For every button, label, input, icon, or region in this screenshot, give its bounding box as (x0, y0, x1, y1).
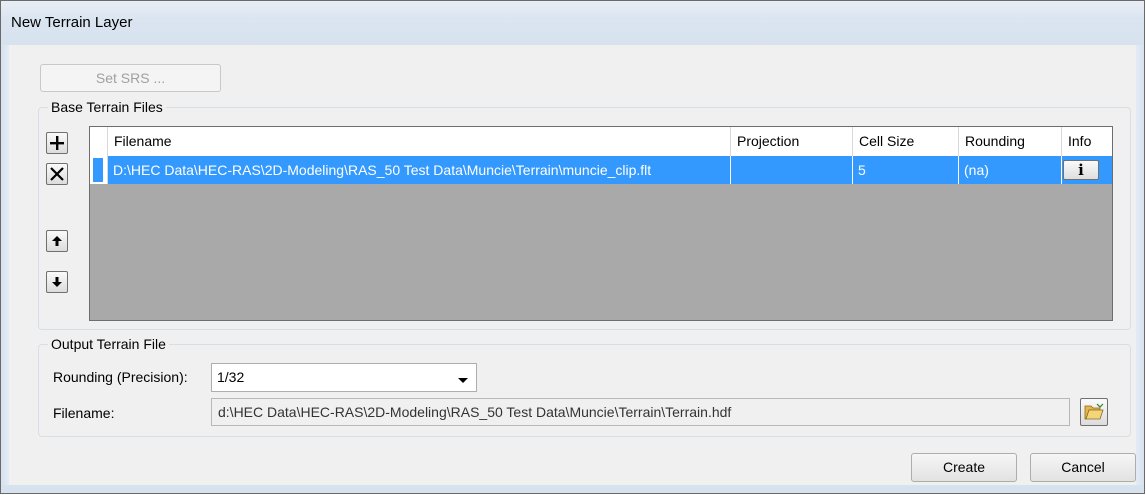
rounding-precision-value: 1/32 (217, 369, 245, 385)
browse-button[interactable] (1080, 398, 1108, 426)
dialog-window: New Terrain Layer Set SRS ... Base Terra… (0, 0, 1145, 494)
window-frame-left (1, 45, 9, 493)
info-icon: i (1078, 161, 1084, 179)
column-header-projection[interactable]: Projection (731, 127, 853, 156)
cell-filename[interactable]: D:\HEC Data\HEC-RAS\2D-Modeling\RAS_50 T… (108, 156, 731, 184)
cell-cell-size[interactable]: 5 (853, 156, 959, 184)
cell-projection[interactable] (731, 156, 853, 184)
set-srs-button[interactable]: Set SRS ... (40, 64, 221, 92)
row-selection-marker (93, 158, 103, 182)
add-file-button[interactable] (46, 132, 68, 154)
open-folder-icon (1084, 403, 1104, 420)
title-bar[interactable]: New Terrain Layer (1, 1, 1144, 45)
cancel-button[interactable]: Cancel (1030, 453, 1136, 482)
column-header-cell-size[interactable]: Cell Size (853, 127, 959, 156)
column-header-rounding[interactable]: Rounding (959, 127, 1062, 156)
info-button[interactable]: i (1063, 160, 1099, 180)
arrow-down-icon (52, 277, 62, 287)
rounding-precision-label: Rounding (Precision): (53, 369, 188, 385)
grid-header: Filename Projection Cell Size Rounding I… (90, 127, 1112, 157)
row-header-corner (90, 127, 108, 156)
chevron-down-icon[interactable] (458, 378, 468, 383)
plus-icon (50, 136, 64, 150)
base-terrain-group-label: Base Terrain Files (48, 99, 166, 115)
table-row[interactable]: D:\HEC Data\HEC-RAS\2D-Modeling\RAS_50 T… (90, 156, 1112, 184)
cell-rounding[interactable]: (na) (959, 156, 1062, 184)
output-filename-field[interactable]: d:\HEC Data\HEC-RAS\2D-Modeling\RAS_50 T… (211, 398, 1070, 426)
remove-file-button[interactable] (46, 163, 68, 185)
move-down-button[interactable] (46, 271, 68, 293)
terrain-files-grid[interactable]: Filename Projection Cell Size Rounding I… (89, 126, 1113, 321)
window-frame-bottom (1, 485, 1144, 493)
window-title: New Terrain Layer (11, 14, 133, 31)
window-frame-right (1136, 45, 1144, 493)
output-filename-label: Filename: (53, 405, 115, 421)
output-terrain-group-label: Output Terrain File (48, 336, 169, 352)
move-up-button[interactable] (46, 230, 68, 252)
create-button[interactable]: Create (911, 453, 1017, 482)
rounding-precision-select[interactable]: 1/32 (211, 363, 477, 392)
column-header-filename[interactable]: Filename (108, 127, 731, 156)
x-icon (50, 167, 64, 181)
arrow-up-icon (52, 236, 62, 246)
column-header-info[interactable]: Info (1062, 127, 1112, 156)
row-header[interactable] (90, 156, 108, 184)
